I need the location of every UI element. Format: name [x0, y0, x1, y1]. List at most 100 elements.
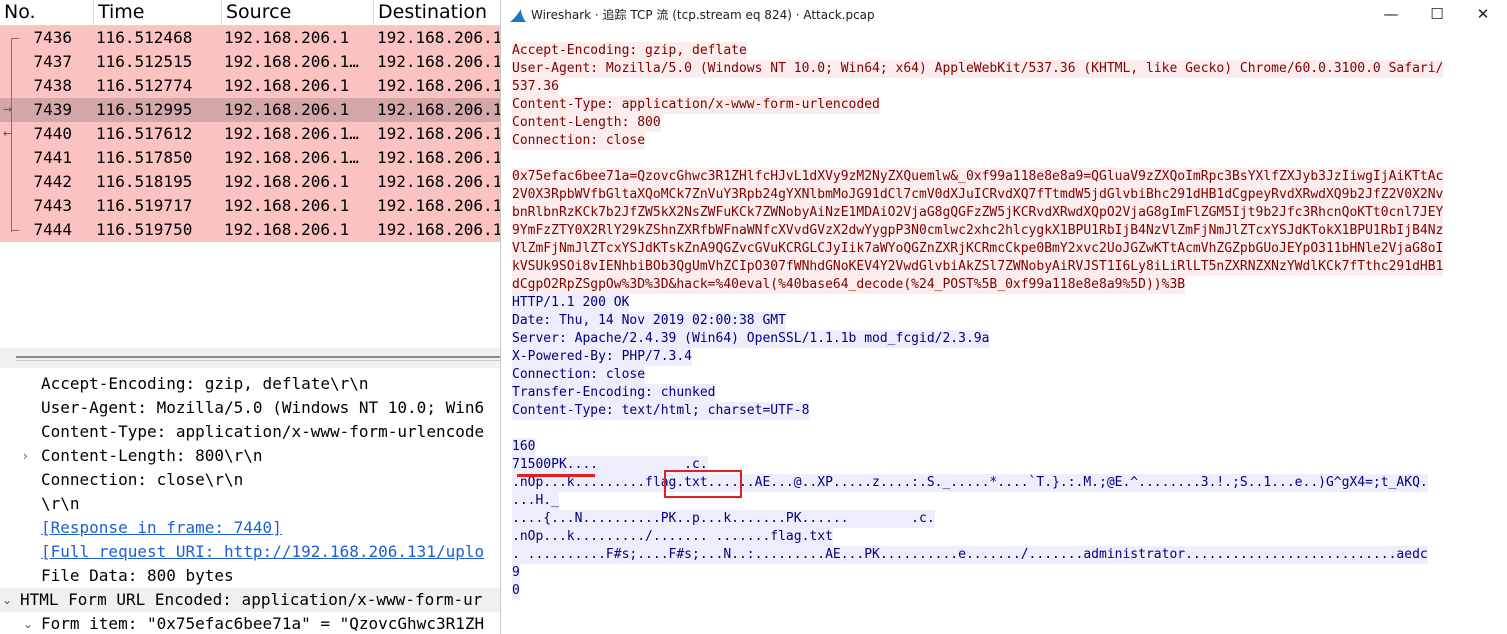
client-stream-line: 0x75efac6bee71a=QzovcGhwc3R1ZHlfcHJvL1dX…: [512, 168, 1444, 186]
packet-no: 7442: [33, 172, 72, 191]
client-stream-line: Accept-Encoding: gzip, deflate: [512, 42, 747, 60]
server-stream-line: X-Powered-By: PHP/7.3.4: [512, 348, 693, 366]
packet-no: 7437: [33, 52, 72, 71]
conversation-tree-start: [11, 38, 19, 39]
client-stream-line: VlZmFjNmJlZTcxYSJdKTskZnA9QGZvcGVuKCRGLC…: [512, 240, 1444, 258]
packet-source: 192.168.206.1…: [224, 148, 359, 167]
server-stream-line: Date: Thu, 14 Nov 2019 02:00:38 GMT: [512, 312, 786, 330]
client-stream-line: bnRlbnRzKCk7b2JfZW5kX2NsZWFuKCk7ZWNobyAi…: [512, 204, 1444, 222]
packet-source: 192.168.206.1: [224, 100, 350, 119]
client-stream-line: 9YmFzZTY0X2RlY29kZShnZXRfbWFnaWNfcXVvdGV…: [512, 222, 1444, 240]
column-header-no[interactable]: No.: [0, 0, 94, 26]
expander-chevron-icon[interactable]: ⌄: [23, 612, 33, 634]
detail-line[interactable]: › Content-Length: 800\r\n: [0, 444, 500, 468]
detail-text: Content-Type: application/x-www-form-url…: [41, 422, 485, 441]
detail-link[interactable]: [Full request URI: http://192.168.206.13…: [41, 540, 484, 564]
detail-line[interactable]: User-Agent: Mozilla/5.0 (Windows NT 10.0…: [0, 396, 500, 420]
packet-row[interactable]: 7444 116.519750 192.168.206.1 192.168.206.1: [0, 218, 500, 242]
expander-chevron-icon[interactable]: ⌄: [2, 588, 12, 612]
annotation-box-flag: [664, 470, 742, 498]
packet-destination: 192.168.206.1: [377, 220, 500, 239]
detail-text: Accept-Encoding: gzip, deflate\r\n: [41, 374, 369, 393]
column-header-destination[interactable]: Destination: [374, 0, 500, 26]
server-stream-line: Server: Apache/2.4.39 (Win64) OpenSSL/1.…: [512, 330, 990, 348]
packet-source: 192.168.206.1: [224, 76, 350, 95]
packet-row[interactable]: 7443 116.519717 192.168.206.1 192.168.206.1: [0, 194, 500, 218]
stream-scrollbar[interactable]: [1496, 36, 1507, 634]
packet-details-pane[interactable]: Accept-Encoding: gzip, deflate\r\n User-A…: [0, 368, 500, 634]
client-stream-line: Content-Length: 800: [512, 114, 661, 132]
expander-chevron-icon[interactable]: ›: [23, 444, 28, 468]
packet-destination: 192.168.206.1: [377, 196, 500, 215]
maximize-button[interactable]: ☐: [1414, 0, 1460, 30]
detail-line[interactable]: Accept-Encoding: gzip, deflate\r\n: [0, 372, 500, 396]
server-stream-line: .nOp...k.........flag.txt......AE...@..X…: [512, 474, 1428, 492]
column-header-time[interactable]: Time: [94, 0, 222, 26]
server-stream-line: Connection: close: [512, 366, 646, 384]
packet-destination: 192.168.206.1: [377, 52, 500, 71]
packet-time: 116.517850: [96, 148, 193, 167]
detail-line[interactable]: ⌄ Form item: "0x75efac6bee71a" = "QzovcGh…: [0, 612, 500, 634]
packet-destination: 192.168.206.1: [377, 100, 500, 119]
packet-row[interactable]: 7440 116.517612 192.168.206.1… 192.168.206.…: [0, 122, 500, 146]
client-stream-line: Content-Type: application/x-www-form-url…: [512, 96, 880, 114]
packet-time: 116.512995: [96, 100, 193, 119]
packet-row[interactable]: 7436 116.512468 192.168.206.1 192.168.206.1: [0, 26, 500, 50]
packet-time: 116.519717: [96, 196, 193, 215]
server-stream-line: Content-Type: text/html; charset=UTF-8: [512, 402, 810, 420]
packet-time: 116.512774: [96, 76, 193, 95]
packet-no: 7441: [33, 148, 72, 167]
packet-row[interactable]: 7441 116.517850 192.168.206.1… 192.168.206.…: [0, 146, 500, 170]
packet-source: 192.168.206.1: [224, 196, 350, 215]
stream-content[interactable]: Accept-Encoding: gzip, deflate User-Agent…: [512, 36, 1472, 634]
window-title: Wireshark · 追踪 TCP 流 (tcp.stream eq 824)…: [531, 8, 875, 22]
server-stream-line: . ..........F#s;....F#s;...N..:.........…: [512, 546, 1428, 564]
server-stream-line: HTTP/1.1 200 OK: [512, 294, 630, 312]
packet-source: 192.168.206.1…: [224, 124, 359, 143]
annotation-underline: [517, 474, 595, 477]
packet-row[interactable]: 7439 116.512995 192.168.206.1 192.168.206.1: [0, 98, 500, 122]
detail-text: Content-Length: 800\r\n: [41, 446, 263, 465]
window-titlebar[interactable]: Wireshark · 追踪 TCP 流 (tcp.stream eq 824)…: [501, 0, 1507, 32]
packet-time: 116.518195: [96, 172, 193, 191]
packet-list-pane[interactable]: No. Time Source Destination 7436 116.5124…: [0, 0, 500, 348]
packet-row[interactable]: 7438 116.512774 192.168.206.1 192.168.206.1: [0, 74, 500, 98]
packet-time: 116.512515: [96, 52, 193, 71]
packet-destination: 192.168.206.1: [377, 28, 500, 47]
detail-text: File Data: 800 bytes: [41, 566, 234, 585]
packet-destination: 192.168.206.1: [377, 124, 500, 143]
detail-text: \r\n: [41, 494, 80, 513]
packet-destination: 192.168.206.1: [377, 76, 500, 95]
detail-text: User-Agent: Mozilla/5.0 (Windows NT 10.0…: [41, 398, 485, 417]
packet-row[interactable]: 7437 116.512515 192.168.206.1… 192.168.206.…: [0, 50, 500, 74]
close-button[interactable]: ✕: [1460, 0, 1506, 30]
detail-line[interactable]: Content-Type: application/x-www-form-url…: [0, 420, 500, 444]
server-stream-line: 160: [512, 438, 536, 456]
conversation-tree-end: [11, 230, 19, 231]
minimize-button[interactable]: —: [1368, 0, 1414, 30]
packet-time: 116.519750: [96, 220, 193, 239]
client-stream-line: kVSUk9SOi8vIENhbiBOb3QgUmVhZCIpO307fWNhd…: [512, 258, 1444, 276]
packet-list-header: No. Time Source Destination: [0, 0, 500, 26]
detail-text: Connection: close\r\n: [41, 470, 244, 489]
client-stream-line: 2V0X3RpbWVfbGltaXQoMCk7ZnVuY3Rpb24gYXNlb…: [512, 186, 1444, 204]
detail-line[interactable]: \r\n: [0, 492, 500, 516]
packet-no: 7440: [33, 124, 72, 143]
detail-line[interactable]: ⌄ HTML Form URL Encoded: application/x-ww…: [0, 588, 500, 612]
pane-splitter[interactable]: [0, 348, 500, 368]
request-arrow-icon: →: [3, 103, 13, 116]
column-header-source[interactable]: Source: [222, 0, 374, 26]
detail-link[interactable]: [Response in frame: 7440]: [41, 516, 282, 540]
detail-line[interactable]: Connection: close\r\n: [0, 468, 500, 492]
detail-text: HTML Form URL Encoded: application/x-www…: [20, 590, 483, 609]
detail-line[interactable]: File Data: 800 bytes: [0, 564, 500, 588]
server-stream-line: ...H._: [512, 492, 559, 510]
packet-source: 192.168.206.1: [224, 28, 350, 47]
server-stream-line: Transfer-Encoding: chunked: [512, 384, 716, 402]
follow-tcp-stream-window[interactable]: Wireshark · 追踪 TCP 流 (tcp.stream eq 824)…: [500, 0, 1507, 634]
packet-row[interactable]: 7442 116.518195 192.168.206.1 192.168.206.1: [0, 170, 500, 194]
detail-line[interactable]: [Full request URI: http://192.168.206.13…: [0, 540, 500, 564]
packet-destination: 192.168.206.1: [377, 148, 500, 167]
detail-line[interactable]: [Response in frame: 7440]: [0, 516, 500, 540]
packet-source: 192.168.206.1…: [224, 52, 359, 71]
